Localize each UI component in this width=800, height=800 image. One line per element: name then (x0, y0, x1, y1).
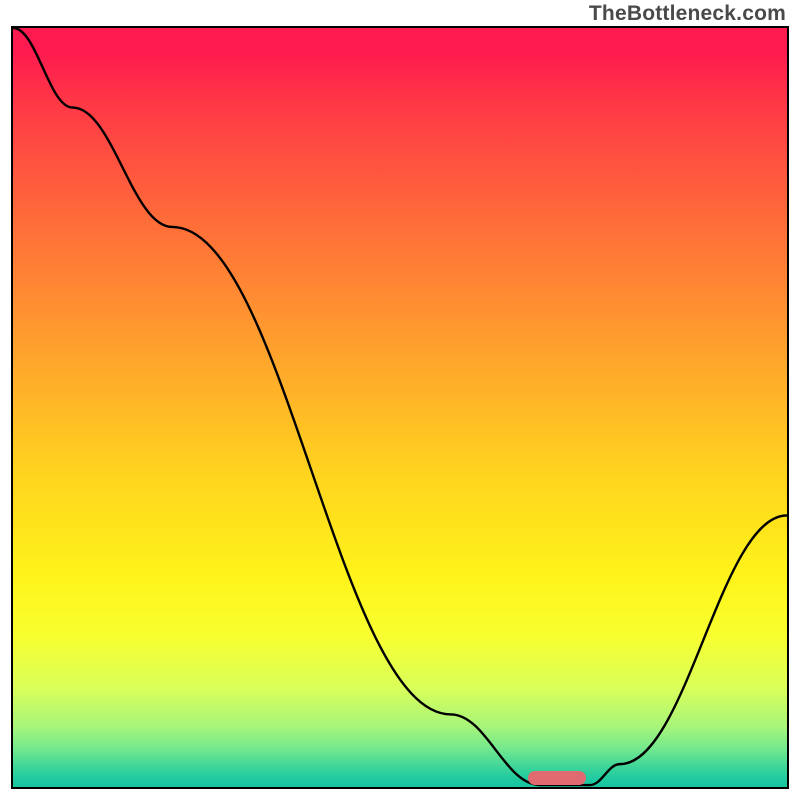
curve-path (13, 28, 787, 785)
optimum-marker (528, 771, 586, 785)
bottleneck-curve (13, 28, 787, 787)
watermark-text: TheBottleneck.com (589, 2, 786, 26)
chart-frame (11, 26, 789, 789)
